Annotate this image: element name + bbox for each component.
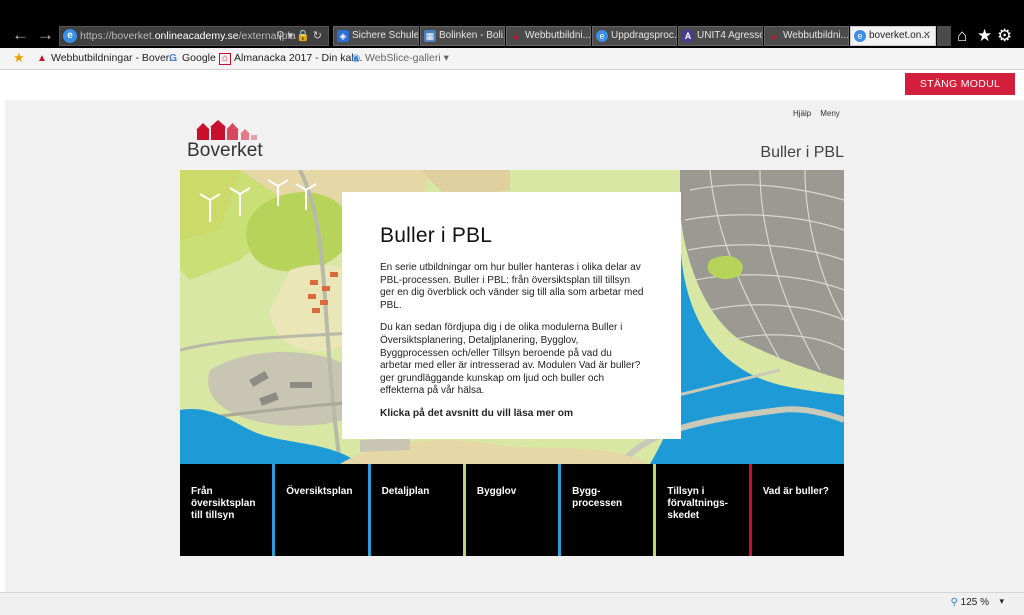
tab-label: Webbutbildni... <box>525 30 591 41</box>
intro-card: Buller i PBL En serie utbildningar om hu… <box>342 192 681 439</box>
tab-label: Uppdragsproc... <box>611 30 677 41</box>
favorite-label: Almanacka 2017 - Din kal... <box>234 52 363 64</box>
zoom-magnifier-icon: ⚲ <box>950 597 958 608</box>
module-navigation: Från översiktsplan till tillsyn Översikt… <box>180 464 844 556</box>
home-icon[interactable]: ⌂ <box>957 26 967 46</box>
module-fran-oversiktsplan-till-tillsyn[interactable]: Från översiktsplan till tillsyn <box>180 464 276 556</box>
tab-label: Sichere Schule ... <box>352 30 419 41</box>
module-byggprocessen[interactable]: Bygg- processen <box>561 464 657 556</box>
tab-label: UNIT4 Agresso <box>697 30 763 41</box>
forward-arrow-icon[interactable]: → <box>37 26 54 43</box>
intro-paragraph-1: En serie utbildningar om hur buller hant… <box>380 262 644 311</box>
help-link[interactable]: Hjälp <box>793 109 811 118</box>
houses-logo-icon <box>196 120 257 140</box>
ie-icon: e <box>63 29 77 43</box>
module-vad-ar-buller[interactable]: Vad är buller? <box>752 464 844 556</box>
browser-tab-5[interactable]: A UNIT4 Agresso <box>678 26 763 46</box>
module-oversiktsplan[interactable]: Översiktsplan <box>275 464 371 556</box>
chevron-down-icon: ▾ <box>443 52 449 64</box>
favorites-bar: ★ ▲ Webbutbildningar - Bover... G Google ⌂… <box>0 48 1024 70</box>
favorite-link-1[interactable]: ▲ Webbutbildningar - Bover... <box>36 52 177 64</box>
favorites-star-icon[interactable]: ★ <box>977 26 992 46</box>
browser-titlebar: ← → e https://boverket.onlineacademy.se/… <box>0 0 1024 48</box>
menu-link[interactable]: Meny <box>820 109 840 118</box>
new-tab-button[interactable] <box>937 26 951 46</box>
favorite-link-2[interactable]: G Google <box>167 52 216 64</box>
boverket-icon: ▲ <box>769 31 779 41</box>
browser-tab-4[interactable]: e Uppdragsproc... <box>592 26 677 46</box>
page-icon: ▦ <box>424 30 436 42</box>
zoom-dropdown-icon[interactable]: ▾ <box>999 596 1004 607</box>
address-url: https://boverket.onlineacademy.se/extern… <box>80 30 296 42</box>
close-module-button[interactable]: STÄNG MODUL <box>905 73 1015 95</box>
logo-text: Boverket <box>187 140 263 161</box>
boverket-logo[interactable]: Boverket <box>187 120 267 162</box>
zoom-level[interactable]: ⚲ 125 % <box>951 597 989 608</box>
boverket-icon: ▲ <box>511 31 521 41</box>
browser-tab-1[interactable]: ◈ Sichere Schule ... <box>333 26 419 46</box>
ie-icon: e <box>854 30 866 42</box>
boverket-icon: ▲ <box>37 53 47 64</box>
close-tab-icon[interactable]: ✕ <box>923 27 931 45</box>
shield-icon: ◈ <box>337 30 349 42</box>
browser-tab-3[interactable]: ▲ Webbutbildni... <box>506 26 591 46</box>
module-bygglov[interactable]: Bygglov <box>466 464 562 556</box>
add-favorite-star-icon[interactable]: ★ <box>13 50 25 66</box>
favorite-label: Webbutbildningar - Bover... <box>51 52 178 64</box>
tab-label: Bolinken - Boli... <box>439 30 505 41</box>
top-links: Hjälp Meny <box>793 109 849 118</box>
agresso-icon: A <box>682 30 694 42</box>
browser-tab-6[interactable]: ▲ Webbutbildni... <box>764 26 849 46</box>
browser-tab-2[interactable]: ▦ Bolinken - Boli... <box>420 26 505 46</box>
favorite-label: Google <box>182 52 216 64</box>
intro-title: Buller i PBL <box>380 224 493 247</box>
page-title: Buller i PBL <box>760 144 844 161</box>
module-tillsyn[interactable]: Tillsyn i förvaltnings- skedet <box>656 464 752 556</box>
webslice-icon: ◉ <box>351 53 361 64</box>
browser-tab-active[interactable]: e boverket.on... ✕ <box>850 26 936 46</box>
favorite-label: WebSlice-galleri <box>365 52 441 64</box>
google-icon: G <box>169 53 177 64</box>
address-tools[interactable]: ⚲▾🔒↻ <box>277 27 326 45</box>
calendar-icon: ⌂ <box>219 53 231 65</box>
tab-label: boverket.on... <box>869 30 930 41</box>
module-detaljplan[interactable]: Detaljplan <box>371 464 466 556</box>
gear-icon[interactable]: ⚙ <box>997 26 1012 46</box>
ie-icon: e <box>596 30 608 42</box>
address-bar[interactable]: e https://boverket.onlineacademy.se/exte… <box>59 26 329 46</box>
tab-label: Webbutbildni... <box>783 30 849 41</box>
intro-paragraph-2: Du kan sedan fördjupa dig i de olika mod… <box>380 322 641 397</box>
zoom-value: 125 % <box>960 597 989 608</box>
browser-statusbar: ⚲ 125 % ▾ <box>0 592 1024 615</box>
back-arrow-icon[interactable]: ← <box>12 26 29 43</box>
favorite-link-3[interactable]: ⌂ Almanacka 2017 - Din kal... <box>219 52 362 65</box>
intro-call-to-action: Klicka på det avsnitt du vill läsa mer o… <box>380 407 574 419</box>
favorite-link-4[interactable]: ◉ WebSlice-galleri ▾ <box>350 52 449 64</box>
